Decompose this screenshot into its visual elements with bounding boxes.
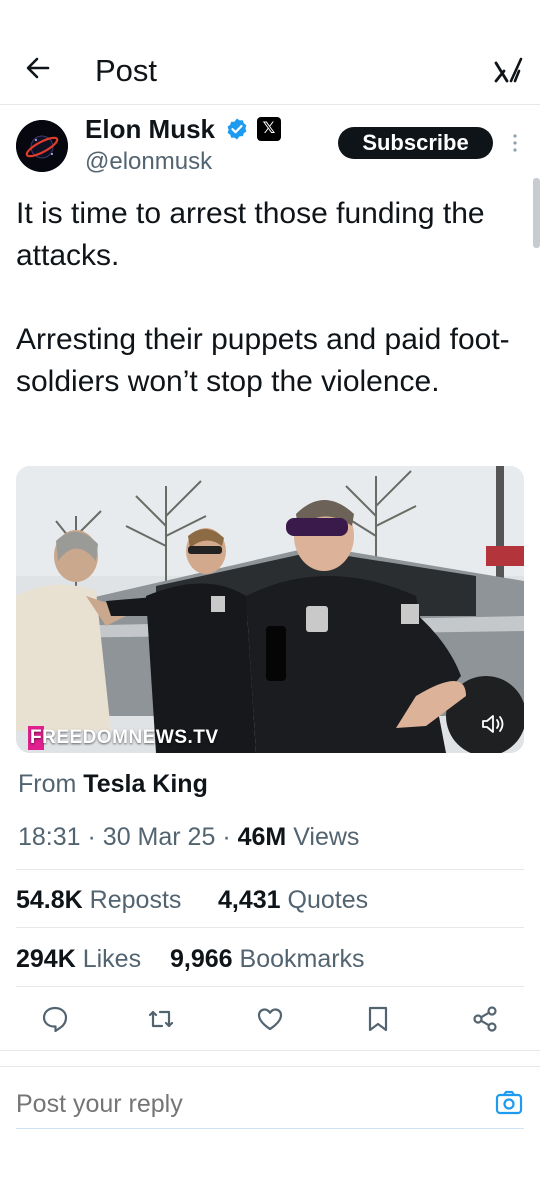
x-affiliate-badge: 𝕏 [257, 117, 281, 141]
tweet-text: It is time to arrest those funding the a… [16, 197, 510, 398]
like-icon[interactable] [255, 1004, 285, 1034]
divider [0, 1066, 540, 1067]
reposts-stat[interactable]: 54.8K Reposts [16, 884, 181, 916]
header-divider [0, 104, 540, 105]
grok-logo-icon[interactable] [493, 55, 523, 85]
avatar[interactable] [16, 120, 68, 172]
likes-count: 294K [16, 945, 76, 973]
reply-icon[interactable] [40, 1004, 70, 1034]
more-options-icon[interactable] [510, 131, 520, 155]
share-icon[interactable] [470, 1004, 500, 1034]
likes-stat[interactable]: 294K Likes [16, 943, 141, 975]
video-thumbnail[interactable] [16, 466, 524, 753]
source-attribution: From Tesla King [18, 768, 208, 800]
bookmark-icon[interactable] [363, 1004, 393, 1034]
back-arrow-icon[interactable] [22, 52, 54, 84]
scrollbar[interactable] [533, 178, 540, 248]
reposts-label: Reposts [89, 886, 182, 914]
reply-input[interactable] [16, 1086, 436, 1122]
quotes-label: Quotes [287, 886, 369, 914]
speaker-icon[interactable] [478, 710, 506, 738]
reposts-count: 54.8K [16, 886, 83, 914]
divider [0, 1050, 540, 1051]
timestamp-row: 18:31 · 30 Mar 25 · 46M Views [18, 821, 359, 853]
bookmarks-count: 9,966 [170, 945, 233, 973]
quotes-stat[interactable]: 4,431 Quotes [218, 884, 368, 916]
repost-icon[interactable] [146, 1004, 176, 1034]
author-name[interactable]: Elon Musk [85, 113, 215, 145]
verified-badge-icon [227, 118, 247, 140]
reply-underline [16, 1128, 524, 1129]
page-title: Post [95, 53, 158, 88]
bookmarks-stat[interactable]: 9,966 Bookmarks [170, 943, 365, 975]
quotes-count: 4,431 [218, 886, 281, 914]
bookmarks-label: Bookmarks [239, 945, 365, 973]
video-watermark: FREEDOMNEWS.TV [30, 727, 219, 748]
divider [16, 927, 524, 928]
views-label: Views [293, 823, 360, 851]
divider [16, 986, 524, 987]
separator: · [222, 823, 231, 851]
subscribe-button[interactable]: Subscribe [338, 127, 493, 159]
author-handle[interactable]: @elonmusk [85, 147, 212, 177]
post-date[interactable]: 30 Mar 25 [103, 823, 216, 851]
views-count: 46M [237, 823, 287, 851]
post-time[interactable]: 18:31 [18, 823, 81, 851]
source-link[interactable]: Tesla King [83, 770, 208, 798]
separator: · [87, 823, 96, 851]
likes-label: Likes [82, 945, 142, 973]
camera-icon[interactable] [494, 1087, 524, 1117]
divider [16, 869, 524, 870]
from-prefix: From [18, 770, 77, 798]
